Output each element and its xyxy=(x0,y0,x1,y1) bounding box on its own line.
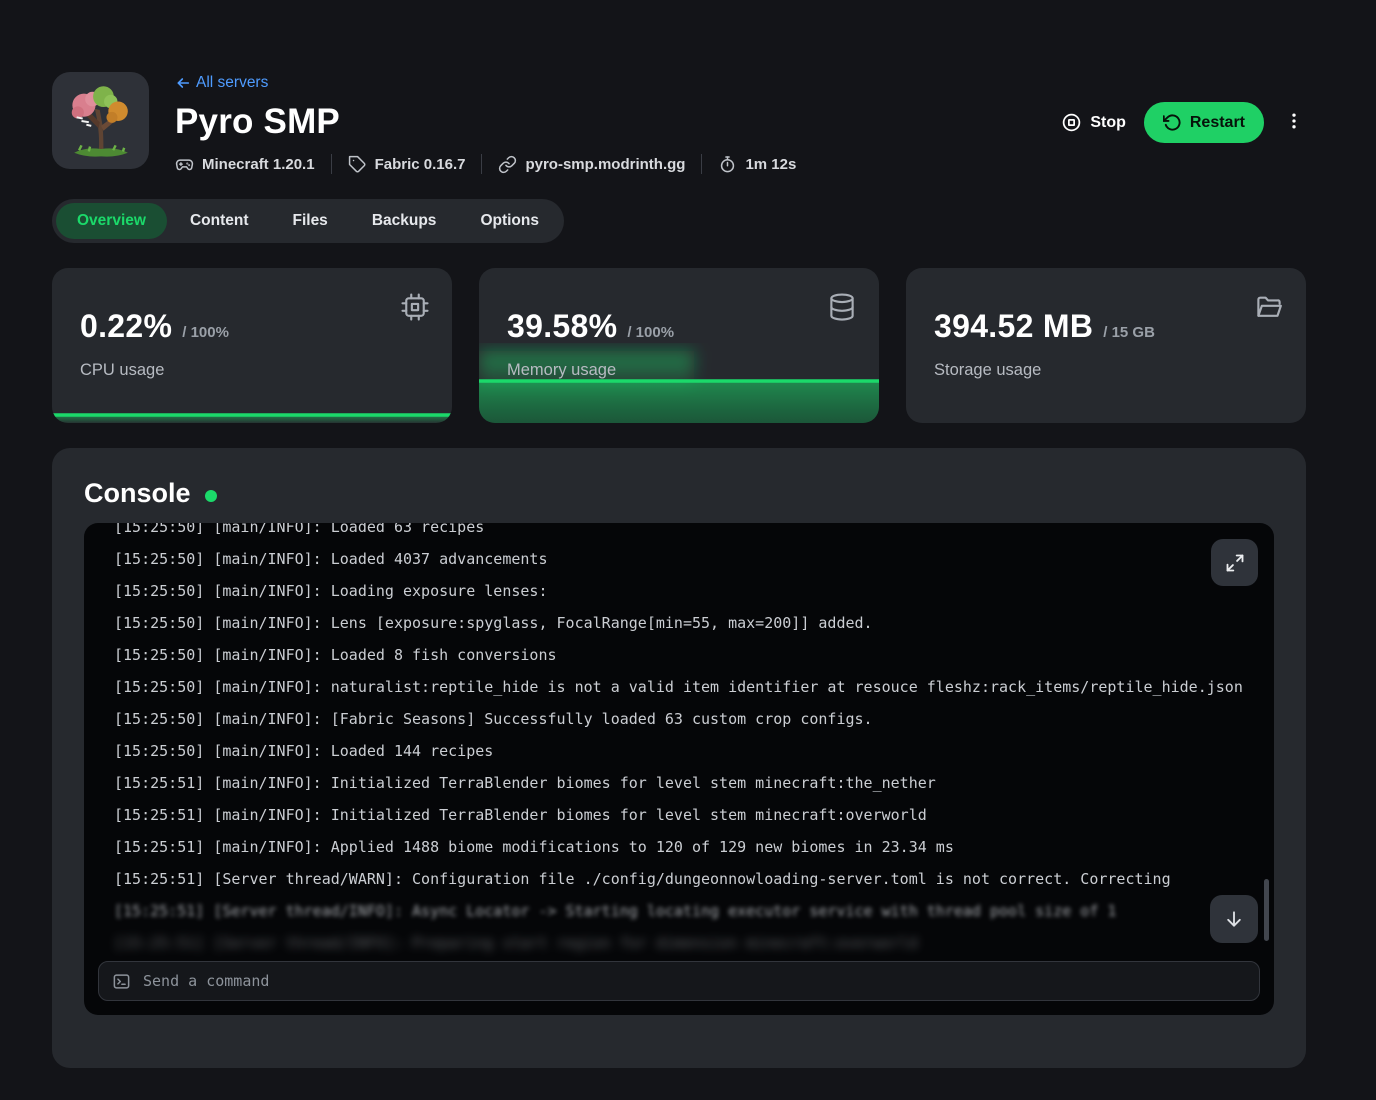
server-header-text: All servers Pyro SMP Minecraft 1.20.1 Fa… xyxy=(175,72,1061,174)
cpu-usage-chart xyxy=(52,409,452,423)
cpu-icon xyxy=(400,292,430,322)
memory-usage-value: 39.58% xyxy=(507,308,617,345)
console-title: Console xyxy=(84,478,191,509)
console-scrollbar[interactable] xyxy=(1264,879,1269,941)
console-terminal: [15:25:50] [main/INFO]: Loaded 63 recipe… xyxy=(84,523,1274,1015)
console-line: [15:25:50] [main/INFO]: Loaded 63 recipe… xyxy=(114,523,1260,543)
tabs: OverviewContentFilesBackupsOptions xyxy=(52,199,564,243)
console-line: [15:25:51] [main/INFO]: Initialized Terr… xyxy=(114,799,1260,831)
restart-button[interactable]: Restart xyxy=(1144,102,1264,143)
console-line: [15:25:50] [main/INFO]: Loaded 144 recip… xyxy=(114,735,1260,767)
meta-loader-label: Fabric 0.16.7 xyxy=(375,156,466,173)
cpu-usage-max: / 100% xyxy=(182,324,229,341)
console-line: [15:25:50] [main/INFO]: Loading exposure… xyxy=(114,575,1260,607)
console-line: [15:25:51] [Server thread/INFO]: Prepari… xyxy=(114,927,1260,959)
folder-open-icon xyxy=(1254,292,1284,322)
storage-usage-label: Storage usage xyxy=(934,361,1282,380)
memory-usage-label: Memory usage xyxy=(507,361,855,380)
divider xyxy=(701,154,702,174)
command-input[interactable] xyxy=(143,972,1246,990)
restart-icon xyxy=(1163,113,1182,132)
arrow-left-icon xyxy=(175,75,191,91)
console-line: [15:25:50] [main/INFO]: [Fabric Seasons]… xyxy=(114,703,1260,735)
more-options-button[interactable] xyxy=(1282,107,1306,138)
console-line: [15:25:50] [main/INFO]: Loaded 8 fish co… xyxy=(114,639,1260,671)
cpu-usage-card: 0.22% / 100% CPU usage xyxy=(52,268,452,423)
console-line: [15:25:51] [Server thread/INFO]: Async L… xyxy=(114,895,1260,927)
gamepad-icon xyxy=(175,155,194,174)
meta-uptime-label: 1m 12s xyxy=(745,156,796,173)
expand-icon xyxy=(1225,553,1245,573)
cpu-usage-label: CPU usage xyxy=(80,361,428,380)
divider xyxy=(331,154,332,174)
console-line: [15:25:50] [main/INFO]: Loaded 4037 adva… xyxy=(114,543,1260,575)
storage-usage-card: 394.52 MB / 15 GB Storage usage xyxy=(906,268,1306,423)
memory-usage-max: / 100% xyxy=(627,324,674,341)
arrow-down-icon xyxy=(1224,909,1244,929)
stop-button-label: Stop xyxy=(1090,114,1126,132)
tab-options[interactable]: Options xyxy=(459,203,560,239)
stat-cards: 0.22% / 100% CPU usage 39.58% / 100% xyxy=(52,268,1306,423)
tab-files[interactable]: Files xyxy=(271,203,348,239)
stop-circle-icon xyxy=(1061,112,1082,133)
back-to-all-servers-link[interactable]: All servers xyxy=(175,74,268,92)
scroll-to-bottom-button[interactable] xyxy=(1210,895,1258,943)
tab-content[interactable]: Content xyxy=(169,203,270,239)
console-line: [15:25:51] [Server thread/WARN]: Configu… xyxy=(114,863,1260,895)
meta-address-label: pyro-smp.modrinth.gg xyxy=(525,156,685,173)
meta-loader-version: Fabric 0.16.7 xyxy=(348,155,466,174)
server-actions: Stop Restart xyxy=(1061,102,1306,143)
tag-icon xyxy=(348,155,367,174)
meta-game-label: Minecraft 1.20.1 xyxy=(202,156,315,173)
console-line: [15:25:51] [main/INFO]: Applied 1488 bio… xyxy=(114,831,1260,863)
seasons-tree-icon xyxy=(62,82,140,160)
restart-button-label: Restart xyxy=(1190,114,1245,132)
kebab-menu-icon xyxy=(1284,111,1304,131)
tab-backups[interactable]: Backups xyxy=(351,203,458,239)
stopwatch-icon xyxy=(718,155,737,174)
console-log[interactable]: [15:25:50] [main/INFO]: Loaded 63 recipe… xyxy=(84,523,1274,961)
console-line: [15:25:50] [main/INFO]: naturalist:repti… xyxy=(114,671,1260,703)
console-expand-button[interactable] xyxy=(1211,539,1258,586)
server-meta-row: Minecraft 1.20.1 Fabric 0.16.7 pyro-smp.… xyxy=(175,154,1061,174)
database-icon xyxy=(827,292,857,322)
storage-usage-value: 394.52 MB xyxy=(934,308,1093,345)
cpu-usage-value: 0.22% xyxy=(80,308,172,345)
tab-overview[interactable]: Overview xyxy=(56,203,167,239)
console-card: Console [15:25:50] [main/INFO]: Loaded 6… xyxy=(52,448,1306,1068)
link-icon xyxy=(498,155,517,174)
online-status-dot xyxy=(205,490,217,502)
console-line: [15:25:50] [main/INFO]: Lens [exposure:s… xyxy=(114,607,1260,639)
console-header: Console xyxy=(84,478,1274,509)
command-bar xyxy=(98,961,1260,1001)
meta-uptime: 1m 12s xyxy=(718,155,796,174)
back-link-label: All servers xyxy=(196,74,268,92)
meta-server-address[interactable]: pyro-smp.modrinth.gg xyxy=(498,155,685,174)
memory-usage-chart xyxy=(479,343,879,423)
server-avatar xyxy=(52,72,149,169)
storage-usage-max: / 15 GB xyxy=(1103,324,1155,341)
stop-button[interactable]: Stop xyxy=(1061,112,1126,133)
console-line: [15:25:51] [main/INFO]: Initialized Terr… xyxy=(114,767,1260,799)
server-header: All servers Pyro SMP Minecraft 1.20.1 Fa… xyxy=(52,72,1306,174)
page-title: Pyro SMP xyxy=(175,102,1061,142)
server-page: All servers Pyro SMP Minecraft 1.20.1 Fa… xyxy=(52,0,1306,1068)
terminal-icon xyxy=(112,972,131,991)
meta-game-version: Minecraft 1.20.1 xyxy=(175,155,315,174)
divider xyxy=(481,154,482,174)
memory-usage-card: 39.58% / 100% Memory usage xyxy=(479,268,879,423)
